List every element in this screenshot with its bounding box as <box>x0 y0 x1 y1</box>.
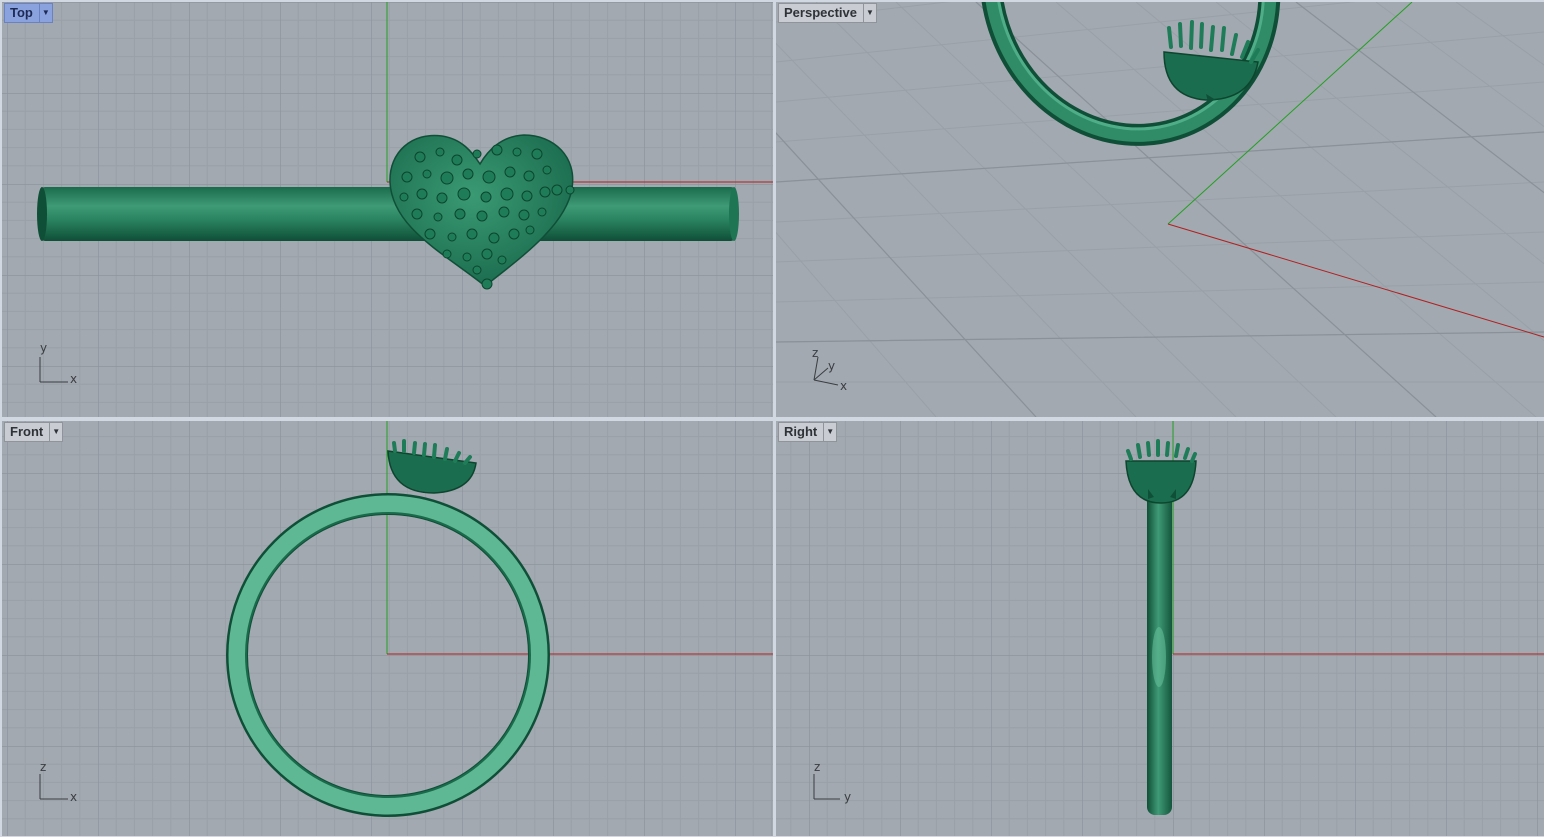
viewport-title: Front <box>10 424 44 439</box>
svg-text:y: y <box>844 790 851 804</box>
svg-text:x: x <box>70 790 77 804</box>
axis-triad-perspective: z y x <box>812 346 847 393</box>
viewport-right[interactable]: z y Right ▼ <box>776 421 1544 836</box>
svg-text:x: x <box>840 379 847 393</box>
perspective-view-canvas[interactable]: z y x <box>776 2 1544 417</box>
svg-text:z: z <box>40 760 46 774</box>
tab-top-viewport[interactable]: Top ▼ <box>4 3 53 23</box>
viewport-front[interactable]: z x Front ▼ <box>2 421 773 836</box>
svg-text:y: y <box>40 341 47 355</box>
tab-perspective-viewport[interactable]: Perspective ▼ <box>778 3 877 23</box>
x-axis-line <box>1167 223 1544 338</box>
viewport-top[interactable]: y x Top ▼ <box>2 2 773 417</box>
tab-right-viewport[interactable]: Right ▼ <box>778 422 838 442</box>
viewport-title: Perspective <box>784 5 857 20</box>
chevron-down-icon[interactable]: ▼ <box>38 4 52 22</box>
svg-text:x: x <box>70 372 77 386</box>
viewport-title: Top <box>10 5 33 20</box>
svg-text:z: z <box>814 760 820 774</box>
chevron-down-icon[interactable]: ▼ <box>863 4 876 22</box>
perspective-grid <box>776 2 1544 417</box>
svg-text:y: y <box>828 359 835 373</box>
top-view-canvas[interactable]: y x <box>2 2 773 417</box>
tab-front-viewport[interactable]: Front ▼ <box>4 422 64 442</box>
ring-band-top[interactable] <box>37 187 739 241</box>
svg-text:z: z <box>812 346 818 360</box>
right-view-canvas[interactable]: z y <box>776 421 1544 836</box>
chevron-down-icon[interactable]: ▼ <box>823 423 836 441</box>
ring-band-right[interactable] <box>1147 493 1172 815</box>
chevron-down-icon[interactable]: ▼ <box>49 423 62 441</box>
ring-perspective[interactable] <box>952 2 1308 171</box>
front-view-canvas[interactable]: z x <box>2 421 773 836</box>
viewport-perspective[interactable]: z y x Perspective ▼ <box>776 2 1544 417</box>
viewport-title: Right <box>784 424 818 439</box>
